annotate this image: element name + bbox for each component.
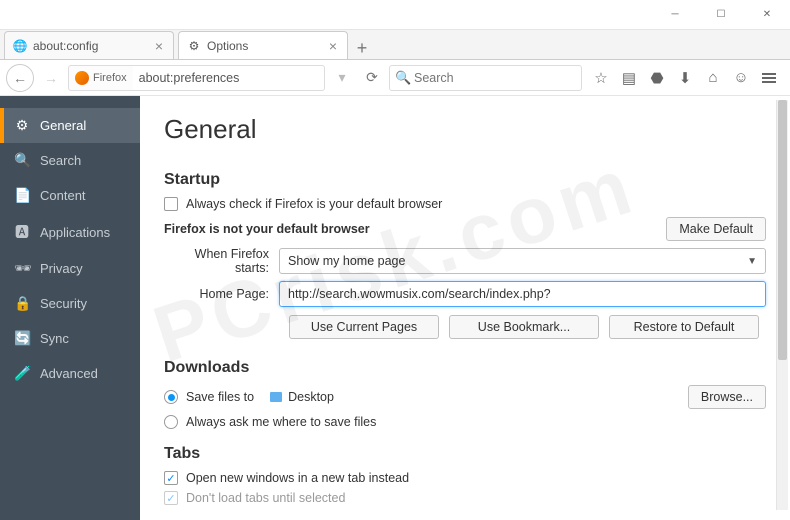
tab-about-config[interactable]: 🌐 about:config × — [4, 31, 174, 59]
reload-button[interactable]: ⟳ — [359, 65, 385, 91]
always-ask-label: Always ask me where to save files — [186, 415, 376, 429]
document-icon: 📄 — [14, 187, 30, 204]
sidebar-item-label: Privacy — [40, 261, 83, 276]
always-check-default-checkbox[interactable] — [164, 197, 178, 211]
bookmark-star-icon[interactable]: ☆ — [592, 69, 610, 87]
use-current-pages-button[interactable]: Use Current Pages — [289, 315, 439, 339]
new-tab-button[interactable]: + — [348, 38, 376, 59]
save-files-to-radio[interactable] — [164, 390, 178, 404]
globe-icon: 🌐 — [13, 39, 27, 53]
always-check-default-label: Always check if Firefox is your default … — [186, 197, 442, 211]
startup-heading: Startup — [164, 171, 766, 189]
sidebar-item-label: Advanced — [40, 366, 98, 381]
toolbar-actions: ☆ ▤ ⬣ ⬇ ⌂ ☺ — [586, 69, 784, 87]
save-files-to-label: Save files to — [186, 390, 254, 404]
page-title: General — [164, 114, 766, 145]
select-value: Show my home page — [288, 254, 405, 268]
tab-label: Options — [207, 39, 327, 53]
history-dropdown-button[interactable]: ▾ — [329, 65, 355, 91]
dont-load-tabs-checkbox[interactable] — [164, 491, 178, 505]
tab-label: about:config — [33, 39, 153, 53]
search-input[interactable] — [389, 65, 582, 91]
tab-close-button[interactable]: × — [153, 38, 165, 54]
window-maximize-button[interactable]: ☐ — [698, 0, 744, 30]
tabs-heading: Tabs — [164, 445, 766, 463]
flask-icon: 🧪 — [14, 365, 30, 382]
lock-icon: 🔒 — [14, 295, 30, 312]
gear-icon: ⚙ — [14, 117, 30, 134]
sidebar-item-label: Content — [40, 188, 86, 203]
use-bookmark-button[interactable]: Use Bookmark... — [449, 315, 599, 339]
default-browser-status: Firefox is not your default browser — [164, 222, 370, 236]
sidebar-item-label: Search — [40, 153, 81, 168]
sidebar-item-privacy[interactable]: 🕶 Privacy — [0, 251, 140, 286]
always-ask-radio[interactable] — [164, 415, 178, 429]
make-default-button[interactable]: Make Default — [666, 217, 766, 241]
library-icon[interactable]: ▤ — [620, 69, 638, 87]
open-new-windows-checkbox[interactable] — [164, 471, 178, 485]
sidebar-item-search[interactable]: 🔍 Search — [0, 143, 140, 178]
search-icon: 🔍 — [395, 70, 411, 86]
restore-default-button[interactable]: Restore to Default — [609, 315, 759, 339]
sidebar-item-general[interactable]: ⚙ General — [0, 108, 140, 143]
home-page-input[interactable] — [279, 281, 766, 307]
preferences-panel: General Startup Always check if Firefox … — [140, 96, 790, 520]
downloads-heading: Downloads — [164, 359, 766, 377]
tab-strip: 🌐 about:config × ⚙ Options × + — [0, 30, 790, 60]
mask-icon: 🕶 — [14, 260, 30, 277]
identity-label: Firefox — [93, 72, 127, 84]
search-icon: 🔍 — [14, 152, 30, 169]
sidebar-item-label: Sync — [40, 331, 69, 346]
sync-icon: 🔄 — [14, 330, 30, 347]
pocket-icon[interactable]: ⬣ — [648, 69, 666, 87]
preferences-sidebar: ⚙ General 🔍 Search 📄 Content 🅰 Applicati… — [0, 96, 140, 520]
home-page-label: Home Page: — [164, 287, 279, 301]
window-minimize-button[interactable]: ─ — [652, 0, 698, 30]
folder-icon — [270, 392, 282, 402]
firefox-icon — [75, 71, 89, 85]
sidebar-item-advanced[interactable]: 🧪 Advanced — [0, 356, 140, 391]
navigation-toolbar: ← → Firefox ▾ ⟳ 🔍 ☆ ▤ ⬣ ⬇ ⌂ ☺ — [0, 60, 790, 96]
gear-icon: ⚙ — [187, 39, 201, 53]
downloads-icon[interactable]: ⬇ — [676, 69, 694, 87]
sidebar-item-sync[interactable]: 🔄 Sync — [0, 321, 140, 356]
back-button[interactable]: ← — [6, 64, 34, 92]
preferences-content: ⚙ General 🔍 Search 📄 Content 🅰 Applicati… — [0, 96, 790, 520]
identity-box[interactable]: Firefox — [68, 65, 133, 91]
sidebar-item-label: Security — [40, 296, 87, 311]
window-titlebar: ─ ☐ ✕ — [0, 0, 790, 30]
menu-button[interactable] — [760, 69, 778, 87]
when-firefox-starts-label: When Firefox starts: — [164, 247, 279, 275]
tab-close-button[interactable]: × — [327, 38, 339, 54]
window-close-button[interactable]: ✕ — [744, 0, 790, 30]
apps-icon: 🅰 — [14, 222, 30, 242]
sidebar-item-label: Applications — [40, 225, 110, 240]
url-input[interactable] — [133, 65, 325, 91]
smile-icon[interactable]: ☺ — [732, 69, 750, 87]
chevron-down-icon: ▼ — [747, 256, 757, 267]
open-new-windows-label: Open new windows in a new tab instead — [186, 471, 409, 485]
tab-options[interactable]: ⚙ Options × — [178, 31, 348, 59]
home-icon[interactable]: ⌂ — [704, 69, 722, 87]
save-location: Desktop — [288, 390, 334, 404]
vertical-scrollbar[interactable] — [776, 100, 788, 510]
sidebar-item-applications[interactable]: 🅰 Applications — [0, 213, 140, 251]
sidebar-item-security[interactable]: 🔒 Security — [0, 286, 140, 321]
sidebar-item-label: General — [40, 118, 86, 133]
scrollbar-thumb[interactable] — [778, 100, 787, 360]
forward-button[interactable]: → — [38, 65, 64, 91]
browse-button[interactable]: Browse... — [688, 385, 766, 409]
dont-load-tabs-label: Don't load tabs until selected — [186, 491, 345, 505]
when-firefox-starts-select[interactable]: Show my home page ▼ — [279, 248, 766, 274]
sidebar-item-content[interactable]: 📄 Content — [0, 178, 140, 213]
